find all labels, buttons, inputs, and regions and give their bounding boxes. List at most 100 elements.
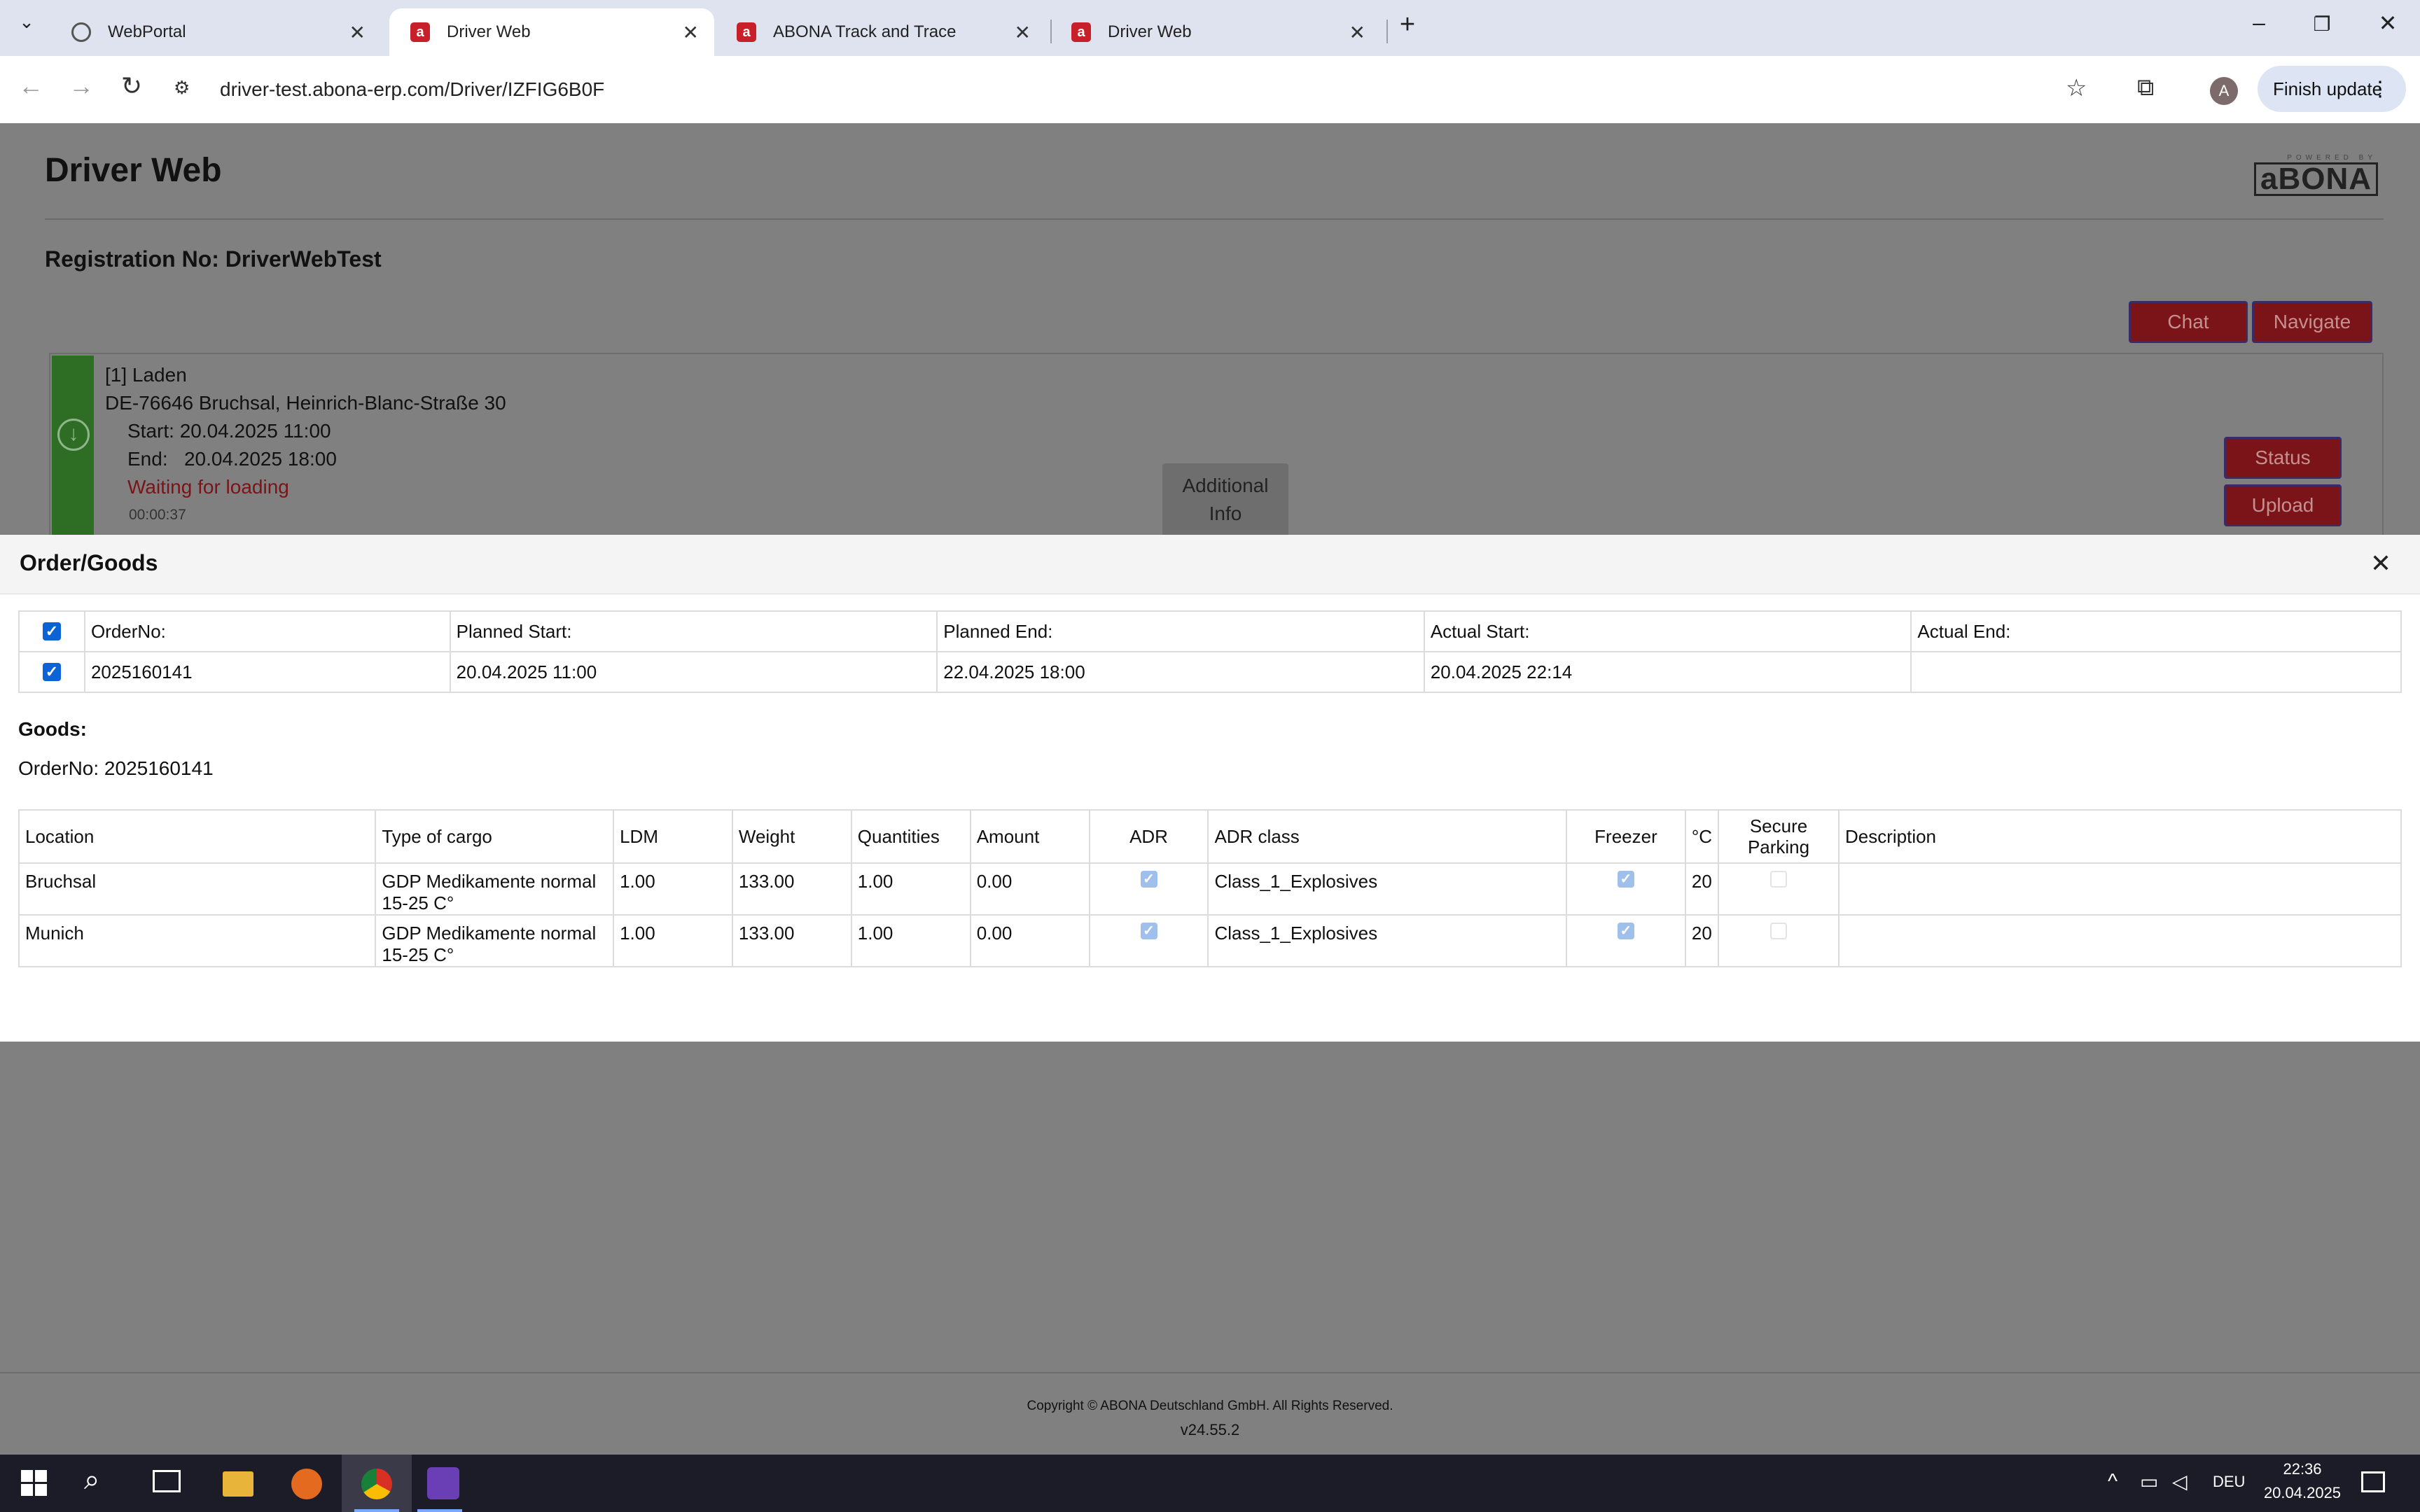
new-tab-plus-icon[interactable]: + — [1386, 10, 1428, 40]
row-select-cell[interactable]: ✓ — [18, 651, 85, 693]
navigate-button[interactable]: Navigate — [2252, 301, 2372, 343]
task-view-icon[interactable] — [153, 1470, 181, 1492]
tab-driver-web-active[interactable]: a Driver Web ✕ — [389, 8, 714, 56]
more-menu-icon[interactable]: ⋮ — [2370, 77, 2391, 102]
actual-start: 20.04.2025 22:14 — [1423, 651, 1912, 693]
goods-adr-cell: ✓ — [1088, 862, 1209, 916]
chrome-taskbar-item[interactable] — [342, 1455, 412, 1512]
clock-date[interactable]: 20.04.2025 — [2251, 1484, 2354, 1502]
window-close-icon[interactable]: ✕ — [2367, 10, 2409, 36]
close-icon[interactable]: ✕ — [2367, 549, 2395, 578]
close-icon[interactable]: ✕ — [1015, 21, 1031, 44]
clock-time[interactable]: 22:36 — [2260, 1460, 2344, 1478]
registration-number: Registration No: DriverWebTest — [45, 246, 382, 272]
page-title: Driver Web — [45, 152, 222, 189]
logo-wordmark: aBONA — [2253, 162, 2378, 196]
forward-arrow-icon[interactable]: → — [63, 71, 99, 101]
close-icon[interactable]: ✕ — [683, 21, 699, 44]
status-button[interactable]: Status — [2224, 437, 2342, 479]
header-divider — [45, 218, 2384, 220]
search-icon[interactable]: ⌕ — [84, 1464, 99, 1496]
goods-quantities: 1.00 — [850, 862, 971, 916]
version-text: v24.55.2 — [1180, 1421, 1240, 1438]
stop-heading: [1] Laden — [105, 364, 187, 386]
volume-muted-icon[interactable]: ◁ — [2172, 1470, 2188, 1493]
browser-toolbar: ← → ↻ ⚙ driver-test.abona-erp.com/Driver… — [0, 56, 2420, 124]
language-indicator[interactable]: DEU — [2213, 1473, 2245, 1491]
freezer-checkbox: ✓ — [1617, 923, 1634, 939]
goods-temperature: 20 — [1684, 914, 1720, 967]
copyright-text: Copyright © ABONA Deutschland GmbH. All … — [1027, 1399, 1393, 1413]
finish-update-button[interactable]: Finish update ⋮ — [2258, 66, 2406, 112]
modal-title: Order/Goods — [20, 550, 158, 575]
freezer-checkbox: ✓ — [1617, 871, 1634, 888]
select-all-cell[interactable]: ✓ — [18, 610, 85, 652]
tab-abona-track-and-trace[interactable]: a ABONA Track and Trace ✕ — [716, 8, 1046, 56]
upload-button[interactable]: Upload — [2224, 484, 2342, 526]
minimize-icon[interactable]: – — [2238, 10, 2280, 36]
tab-webportal[interactable]: WebPortal ✕ — [50, 8, 381, 56]
row-checkbox[interactable]: ✓ — [42, 663, 61, 681]
windows-start-icon[interactable] — [21, 1470, 48, 1497]
goods-secure-parking-cell — [1718, 914, 1840, 967]
file-explorer-icon[interactable] — [223, 1471, 253, 1497]
goods-heading: Goods: — [18, 718, 87, 740]
header-type-of-cargo: Type of cargo — [375, 809, 615, 864]
header-adr-class: ADR class — [1207, 809, 1567, 864]
goods-freezer-cell: ✓ — [1566, 914, 1686, 967]
modal-header: Order/Goods ✕ — [0, 535, 2420, 594]
reload-icon[interactable]: ↻ — [113, 71, 150, 101]
order-table-header-row: ✓ OrderNo: Planned Start: Planned End: A… — [18, 610, 2402, 652]
tab-title: Driver Web — [1108, 22, 1192, 41]
tab-title: Driver Web — [447, 22, 531, 41]
goods-freezer-cell: ✓ — [1566, 862, 1686, 916]
table-row: Munich GDP Medikamente normal 15-25 C° 1… — [18, 914, 2402, 967]
goods-table: Location Type of cargo LDM Weight Quanti… — [18, 809, 2402, 967]
tab-search-chevron-icon[interactable]: ⌄ — [6, 11, 48, 33]
goods-location: Bruchsal — [18, 862, 377, 916]
chevron-up-icon[interactable]: ^ — [2108, 1470, 2118, 1494]
additional-info-button[interactable]: Additional Info — [1162, 463, 1288, 539]
header-ldm: LDM — [613, 809, 733, 864]
notifications-icon[interactable] — [2361, 1471, 2385, 1492]
tab-title: WebPortal — [108, 22, 186, 41]
stop-start: Start: 20.04.2025 11:00 — [127, 420, 331, 442]
secure-parking-checkbox — [1770, 923, 1788, 939]
stop-address: DE-76646 Bruchsal, Heinrich-Blanc-Straße… — [105, 392, 506, 414]
bookmark-star-icon[interactable]: ☆ — [2066, 74, 2087, 102]
select-all-checkbox[interactable]: ✓ — [42, 622, 61, 640]
address-bar[interactable]: driver-test.abona-erp.com/Driver/IZFIG6B… — [220, 78, 604, 101]
adr-checkbox: ✓ — [1140, 871, 1157, 888]
globe-icon — [71, 22, 91, 42]
additional-info-line2: Info — [1209, 503, 1242, 524]
stop-status-text: Waiting for loading — [127, 476, 289, 498]
restore-icon[interactable]: ❐ — [2301, 13, 2343, 36]
header-weight: Weight — [731, 809, 852, 864]
table-row[interactable]: ✓ 2025160141 20.04.2025 11:00 22.04.2025… — [18, 651, 2402, 693]
back-arrow-icon[interactable]: ← — [13, 71, 49, 101]
firefox-icon[interactable] — [291, 1469, 322, 1499]
close-icon[interactable]: ✕ — [349, 21, 366, 44]
abona-icon: a — [410, 22, 430, 42]
footer-divider — [0, 1372, 2420, 1373]
stop-timer: 00:00:37 — [129, 507, 186, 523]
extensions-puzzle-icon[interactable]: ⧉ — [2137, 74, 2154, 102]
close-icon[interactable]: ✕ — [1349, 21, 1365, 44]
header-planned-end: Planned End: — [936, 610, 1425, 652]
tab-driver-web[interactable]: a Driver Web ✕ — [1050, 8, 1381, 56]
adr-checkbox: ✓ — [1140, 923, 1157, 939]
site-info-icon[interactable]: ⚙ — [174, 77, 195, 98]
header-quantities: Quantities — [850, 809, 971, 864]
network-icon[interactable]: ▭ — [2140, 1470, 2158, 1493]
goods-header-row: Location Type of cargo LDM Weight Quanti… — [18, 809, 2402, 864]
visual-studio-icon[interactable] — [427, 1467, 459, 1499]
goods-location: Munich — [18, 914, 377, 967]
order-table: ✓ OrderNo: Planned Start: Planned End: A… — [18, 610, 2402, 693]
chat-button[interactable]: Chat — [2129, 301, 2248, 343]
header-amount: Amount — [969, 809, 1090, 864]
secure-parking-checkbox — [1770, 871, 1788, 888]
abona-icon: a — [1071, 22, 1091, 42]
profile-avatar[interactable]: A — [2210, 77, 2238, 105]
header-actual-start: Actual Start: — [1423, 610, 1912, 652]
actual-end — [1910, 651, 2402, 693]
